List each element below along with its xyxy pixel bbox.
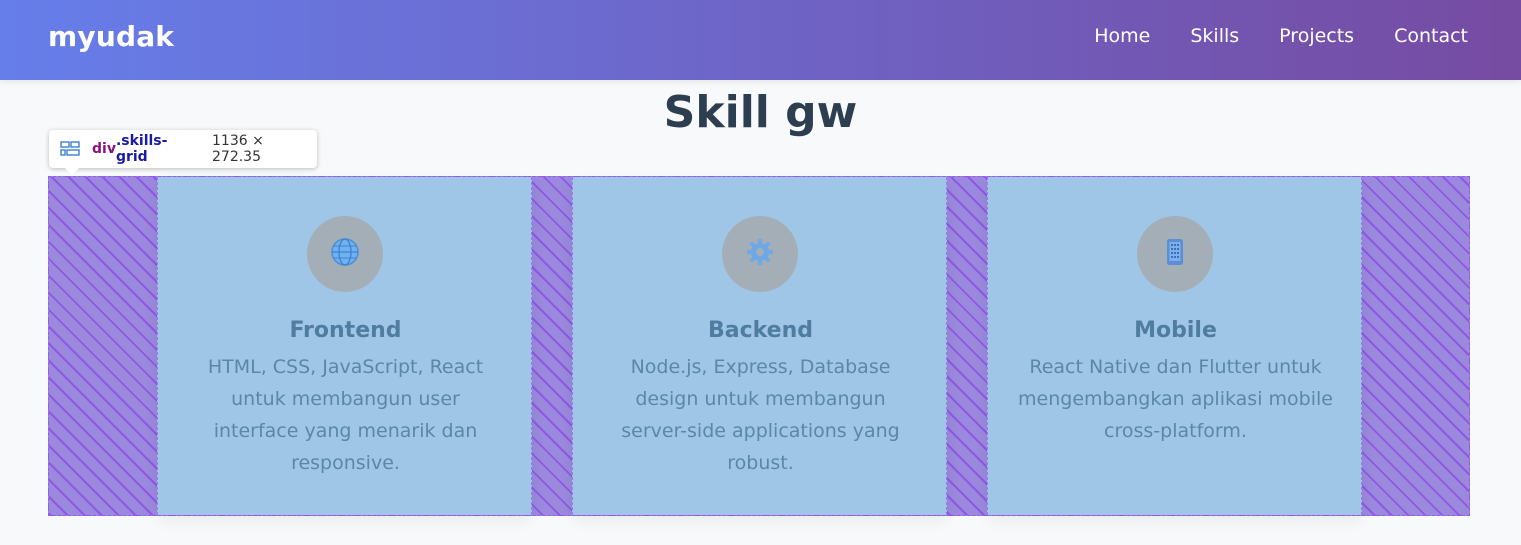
skill-icon-circle [1137, 216, 1213, 292]
nav-home-link[interactable]: Home [1094, 25, 1150, 47]
skill-title: Frontend [289, 318, 402, 343]
skill-card-backend: Backend Node.js, Express, Database desig… [572, 177, 947, 515]
skill-description: Node.js, Express, Database design untuk … [621, 356, 900, 474]
site-logo[interactable]: myudak [48, 20, 174, 53]
inspector-size: 1136 × 272.35 [212, 133, 264, 165]
gear-icon [744, 236, 776, 272]
site-header: myudak Home Skills Projects Contact [0, 0, 1521, 80]
skill-description: React Native dan Flutter untuk mengemban… [1018, 356, 1333, 442]
devtools-inspector-tooltip: div .skills-grid 1136 × 272.35 [49, 130, 317, 175]
globe-icon [329, 236, 361, 272]
nav-projects-link[interactable]: Projects [1279, 25, 1354, 47]
skill-card-mobile: Mobile React Native dan Flutter untuk me… [987, 177, 1362, 515]
skill-card-frontend: Frontend HTML, CSS, JavaScript, React un… [157, 177, 532, 515]
main-nav: Home Skills Projects Contact [1094, 25, 1468, 47]
skill-title: Backend [707, 318, 814, 343]
mobile-phone-icon [1159, 236, 1191, 272]
grid-layout-icon [60, 141, 80, 157]
nav-contact-link[interactable]: Contact [1394, 25, 1468, 47]
skills-grid: Frontend HTML, CSS, JavaScript, React un… [48, 176, 1470, 516]
skill-icon-circle [307, 216, 383, 292]
inspector-tag: div [92, 141, 116, 157]
skill-title: Mobile [1134, 318, 1217, 343]
skill-icon-circle [722, 216, 798, 292]
inspector-class: .skills-grid [115, 133, 168, 165]
skill-description: HTML, CSS, JavaScript, React untuk memba… [207, 356, 484, 474]
nav-skills-link[interactable]: Skills [1190, 25, 1239, 47]
